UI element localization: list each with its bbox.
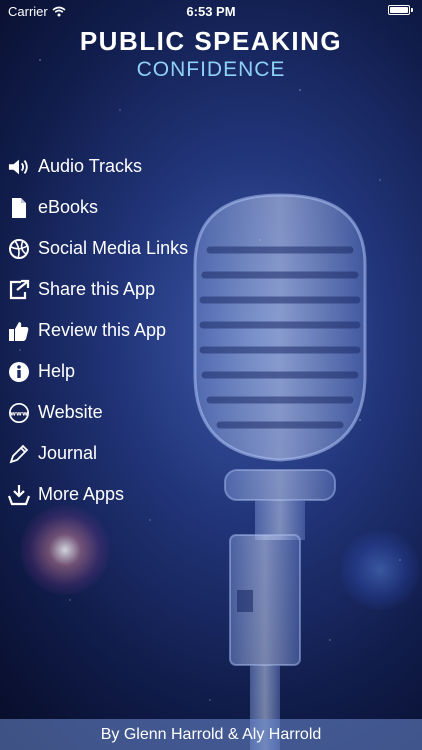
menu-label: More Apps	[38, 484, 125, 504]
share-icon	[8, 278, 30, 302]
menu-label: Journal	[38, 443, 98, 463]
menu-item-review-app[interactable]: Review this App	[8, 310, 188, 351]
status-bar: Carrier 6:53 PM	[0, 0, 422, 22]
www-icon: www	[8, 401, 30, 425]
menu-label: Website	[38, 402, 103, 422]
document-icon	[8, 196, 30, 220]
main-menu: Audio Tracks eBooks Social Media Links S…	[8, 146, 188, 515]
thumbs-up-icon	[8, 319, 30, 343]
pencil-icon	[8, 442, 30, 466]
menu-label: Audio Tracks	[38, 156, 143, 176]
app-subtitle: CONFIDENCE	[136, 58, 286, 81]
menu-item-website[interactable]: www Website	[8, 392, 188, 433]
credits-footer: By Glenn Harrold & Aly Harrold	[0, 719, 422, 750]
status-time: 6:53 PM	[186, 4, 236, 19]
menu-item-ebooks[interactable]: eBooks	[8, 187, 188, 228]
menu-item-audio-tracks[interactable]: Audio Tracks	[8, 146, 188, 187]
menu-item-social-media-links[interactable]: Social Media Links	[8, 228, 188, 269]
menu-label: Help	[38, 361, 76, 381]
microphone-illustration	[193, 193, 367, 750]
menu-item-help[interactable]: Help	[8, 351, 188, 392]
app-title: PUBLIC SPEAKING	[79, 26, 343, 56]
info-icon	[8, 360, 30, 384]
menu-item-journal[interactable]: Journal	[8, 433, 188, 474]
menu-label: eBooks	[38, 197, 99, 217]
download-tray-icon	[8, 483, 30, 507]
menu-label: Share this App	[38, 279, 156, 299]
battery-icon	[388, 5, 413, 15]
globe-ball-icon	[8, 237, 30, 261]
lens-flare	[20, 505, 110, 595]
menu-label: Social Media Links	[38, 238, 189, 258]
svg-text:www: www	[10, 409, 28, 417]
menu-item-share-app[interactable]: Share this App	[8, 269, 188, 310]
menu-item-more-apps[interactable]: More Apps	[8, 474, 188, 515]
speaker-icon	[8, 155, 30, 179]
menu-label: Review this App	[38, 320, 167, 340]
